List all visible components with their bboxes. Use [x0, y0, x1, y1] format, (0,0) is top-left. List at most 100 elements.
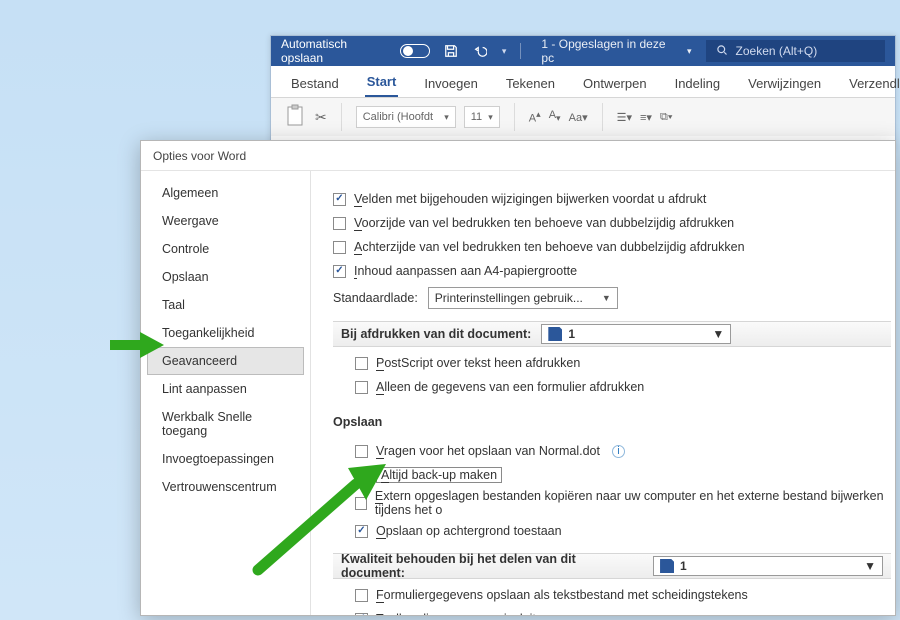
document-icon — [660, 559, 674, 573]
checkbox-label[interactable]: Taalkundige gegevens insluiten — [376, 612, 550, 615]
checkbox[interactable] — [333, 217, 346, 230]
option-row: Inhoud aanpassen aan A4-papiergrootte — [333, 261, 895, 281]
checkbox-label[interactable]: Extern opgeslagen bestanden kopiëren naa… — [375, 489, 895, 517]
section-save: Opslaan — [333, 409, 891, 435]
section-quality: Kwaliteit behouden bij het delen van dit… — [333, 553, 891, 579]
checkbox-label[interactable]: Formuliergegevens opslaan als tekstbesta… — [376, 588, 748, 602]
ribbon-group-separator — [602, 103, 603, 131]
option-row: PostScript over tekst heen afdrukken — [355, 353, 895, 373]
checkbox[interactable] — [333, 241, 346, 254]
search-icon — [716, 44, 728, 59]
ribbon-tab-tekenen[interactable]: Tekenen — [504, 70, 557, 97]
multilevel-icon[interactable]: ⧉▾ — [660, 111, 672, 124]
dialog-title: Opties voor Word — [141, 141, 895, 171]
option-row: Voorzijde van vel bedrukken ten behoeve … — [333, 213, 895, 233]
ribbon-tabs: Bestand Start Invoegen Tekenen Ontwerpen Inde… — [271, 66, 895, 98]
checkbox[interactable] — [333, 265, 346, 278]
checkbox-label[interactable]: Inhoud aanpassen aan A4-papiergrootte — [354, 264, 577, 278]
default-tray-label: Standaardlade: — [333, 291, 418, 305]
checkbox-label[interactable]: Vragen voor het opslaan van Normal.dot — [376, 444, 600, 458]
sidebar-item-taal[interactable]: Taal — [147, 291, 304, 319]
font-decrease-icon[interactable]: A▾ — [549, 109, 561, 124]
paste-icon[interactable] — [285, 104, 307, 131]
ribbon-tab-start[interactable]: Start — [365, 68, 399, 97]
ribbon-group-separator — [341, 103, 342, 131]
ribbon-group-separator — [514, 103, 515, 131]
sidebar-item-weergave[interactable]: Weergave — [147, 207, 304, 235]
sidebar-item-algemeen[interactable]: Algemeen — [147, 179, 304, 207]
option-row: Vragen voor het opslaan van Normal.dot i — [355, 441, 895, 461]
sidebar-item-geavanceerd[interactable]: Geavanceerd — [147, 347, 304, 375]
section-print-this-document: Bij afdrukken van dit document: 1 ▼ — [333, 321, 891, 347]
ribbon-tab-verwijzingen[interactable]: Verwijzingen — [746, 70, 823, 97]
ribbon-strip: ✂ Calibri (Hoofdt▾ 11▾ A▴ A▾ Aa▾ ☰▾ ≡▾ ⧉… — [271, 98, 895, 136]
option-row: Achterzijde van vel bedrukken ten behoev… — [333, 237, 895, 257]
search-box[interactable]: Zoeken (Alt+Q) — [706, 40, 885, 62]
bullets-icon[interactable]: ☰▾ — [617, 111, 632, 124]
checkbox[interactable] — [355, 589, 368, 602]
sidebar-item-opslaan[interactable]: Opslaan — [147, 263, 304, 291]
ribbon-tab-verzendlijsten[interactable]: Verzendlijsten — [847, 70, 900, 97]
checkbox[interactable] — [355, 445, 368, 458]
option-row: Taalkundige gegevens insluiten — [355, 609, 895, 615]
document-icon — [548, 327, 562, 341]
info-icon[interactable]: i — [612, 445, 625, 458]
checkbox-label[interactable]: Opslaan op achtergrond toestaan — [376, 524, 562, 538]
ribbon-tab-indeling[interactable]: Indeling — [673, 70, 723, 97]
checkbox-label[interactable]: Velden met bijgehouden wijzigingen bijwe… — [354, 192, 706, 206]
cut-icon[interactable]: ✂ — [315, 109, 327, 126]
checkbox-label[interactable]: Achterzijde van vel bedrukken ten behoev… — [354, 240, 745, 254]
sidebar-item-toegankelijkheid[interactable]: Toegankelijkheid — [147, 319, 304, 347]
option-row: Extern opgeslagen bestanden kopiëren naa… — [355, 489, 895, 517]
quality-document-combo[interactable]: 1 ▼ — [653, 556, 883, 576]
checkbox[interactable] — [355, 525, 368, 538]
ribbon-tab-invoegen[interactable]: Invoegen — [422, 70, 480, 97]
print-document-combo[interactable]: 1 ▼ — [541, 324, 731, 344]
word-options-dialog: Opties voor Word AlgemeenWeergaveControl… — [140, 140, 896, 616]
checkbox[interactable] — [355, 469, 368, 482]
checkbox[interactable] — [355, 613, 368, 616]
font-increase-icon[interactable]: A▴ — [529, 109, 541, 125]
checkbox-label[interactable]: Alleen de gegevens van een formulier afd… — [376, 380, 644, 394]
options-sidebar: AlgemeenWeergaveControleOpslaanTaalToega… — [141, 171, 311, 615]
sidebar-item-vertrouwenscentrum[interactable]: Vertrouwenscentrum — [147, 473, 304, 501]
option-row: Formuliergegevens opslaan als tekstbesta… — [355, 585, 895, 605]
sidebar-item-werkbalk-snelle-toegang[interactable]: Werkbalk Snelle toegang — [147, 403, 304, 445]
word-main-window: Automatisch opslaan ▾ 1 - Opgeslagen in … — [270, 35, 896, 150]
checkbox-label[interactable]: PostScript over tekst heen afdrukken — [376, 356, 580, 370]
checkbox[interactable] — [355, 357, 368, 370]
numbering-icon[interactable]: ≡▾ — [640, 111, 652, 124]
autosave-label: Automatisch opslaan — [281, 37, 392, 65]
checkbox-label[interactable]: Voorzijde van vel bedrukken ten behoeve … — [354, 216, 734, 230]
chevron-down-icon[interactable]: ▾ — [502, 46, 507, 57]
chevron-down-icon: ▼ — [864, 559, 876, 573]
checkbox[interactable] — [333, 193, 346, 206]
sidebar-item-controle[interactable]: Controle — [147, 235, 304, 263]
word-titlebar: Automatisch opslaan ▾ 1 - Opgeslagen in … — [271, 36, 895, 66]
sidebar-item-lint-aanpassen[interactable]: Lint aanpassen — [147, 375, 304, 403]
autosave-group[interactable]: Automatisch opslaan — [281, 37, 430, 65]
chevron-down-icon: ▼ — [602, 293, 611, 303]
save-icon[interactable] — [444, 44, 458, 58]
change-case-icon[interactable]: Aa▾ — [569, 111, 588, 124]
font-size-combo[interactable]: 11▾ — [464, 106, 500, 128]
undo-icon[interactable] — [472, 43, 488, 59]
doc-status[interactable]: 1 - Opgeslagen in deze pc ▾ — [541, 37, 691, 65]
checkbox-label[interactable]: Altijd back-up maken — [376, 467, 502, 483]
options-content: Velden met bijgehouden wijzigingen bijwe… — [311, 171, 895, 615]
chevron-down-icon: ▾ — [687, 46, 692, 57]
option-row: Altijd back-up maken — [355, 465, 895, 485]
option-row: Alleen de gegevens van een formulier afd… — [355, 377, 895, 397]
ribbon-tab-ontwerpen[interactable]: Ontwerpen — [581, 70, 649, 97]
checkbox[interactable] — [355, 497, 367, 510]
font-name-combo[interactable]: Calibri (Hoofdt▾ — [356, 106, 456, 128]
option-row: Opslaan op achtergrond toestaan — [355, 521, 895, 541]
option-row: Velden met bijgehouden wijzigingen bijwe… — [333, 189, 895, 209]
titlebar-separator — [520, 43, 521, 59]
sidebar-item-invoegtoepassingen[interactable]: Invoegtoepassingen — [147, 445, 304, 473]
ribbon-tab-bestand[interactable]: Bestand — [289, 70, 341, 97]
checkbox[interactable] — [355, 381, 368, 394]
default-tray-combo[interactable]: Printerinstellingen gebruik...▼ — [428, 287, 618, 309]
autosave-toggle[interactable] — [400, 44, 430, 58]
chevron-down-icon: ▼ — [712, 327, 724, 341]
